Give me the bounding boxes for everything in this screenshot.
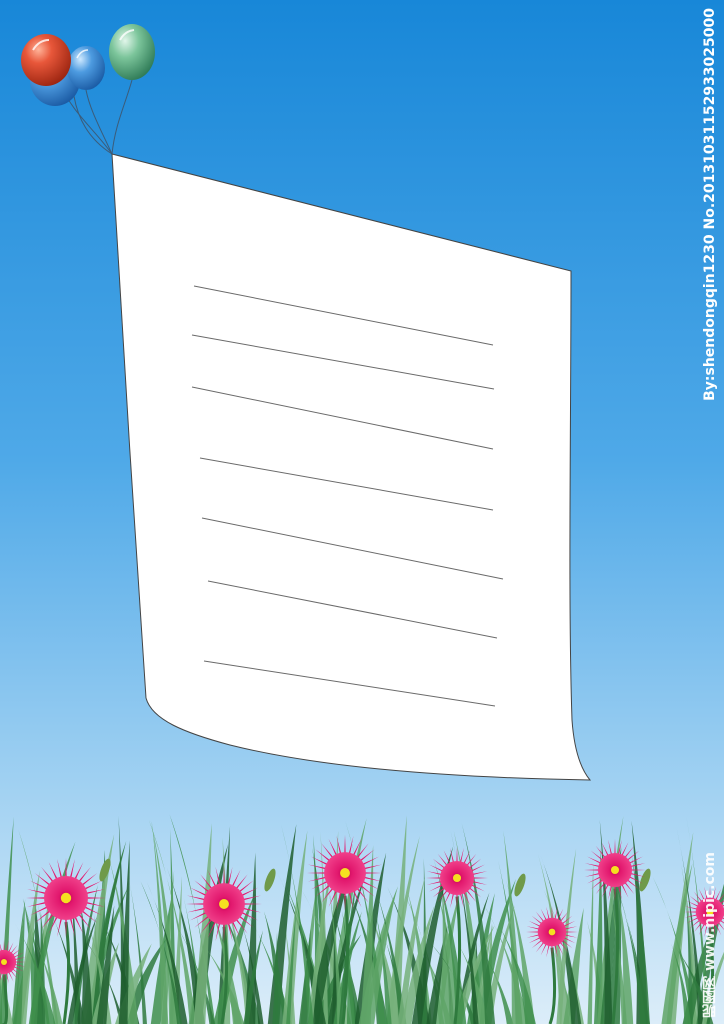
- site-watermark: 昵图网 www.nipic.com: [702, 852, 718, 1018]
- author-watermark: By:shendongqin1230 No.201310311529330250…: [702, 8, 718, 401]
- poster-canvas: By:shendongqin1230 No.201310311529330250…: [0, 0, 724, 1024]
- scene: [0, 0, 724, 1024]
